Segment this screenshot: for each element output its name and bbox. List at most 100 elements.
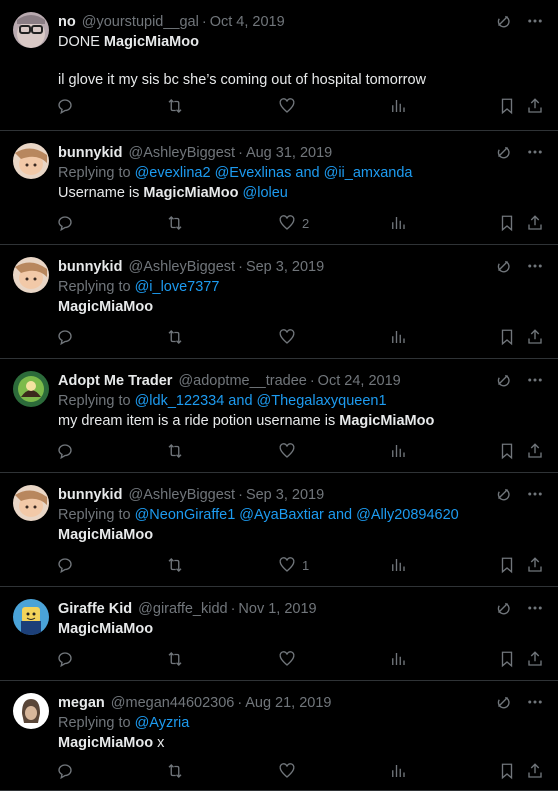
- views-button[interactable]: [389, 650, 407, 668]
- like-button[interactable]: 2: [278, 214, 309, 232]
- display-name[interactable]: bunnykid: [58, 259, 122, 275]
- tweet-1[interactable]: no @yourstupid__gal · Oct 4, 2019 DONE Magi…: [0, 0, 558, 131]
- user-handle-text[interactable]: @yourstupid__gal: [82, 14, 199, 30]
- grok-icon[interactable]: [494, 693, 512, 711]
- bookmark-button[interactable]: [498, 442, 516, 460]
- user-handle-text[interactable]: @adoptme__tradee: [178, 373, 306, 389]
- avatar[interactable]: [13, 143, 49, 179]
- retweet-button[interactable]: [166, 442, 184, 460]
- tweet-date[interactable]: Sep 3, 2019: [246, 259, 324, 275]
- more-icon[interactable]: [526, 371, 544, 389]
- bookmark-button[interactable]: [498, 328, 516, 346]
- bookmark-button[interactable]: [498, 214, 516, 232]
- user-handle-text[interactable]: @giraffe_kidd: [138, 601, 227, 617]
- like-button[interactable]: [278, 762, 302, 780]
- reply-button[interactable]: [56, 328, 74, 346]
- retweet-button[interactable]: [166, 97, 184, 115]
- tweet-2[interactable]: bunnykid @AshleyBiggest · Aug 31, 2019 Repl…: [0, 131, 558, 245]
- reply-button[interactable]: [56, 650, 74, 668]
- user-handle-text[interactable]: @AshleyBiggest: [128, 145, 235, 161]
- replying-to-mentions[interactable]: @ldk_122334 and @Thegalaxyqueen1: [135, 393, 387, 409]
- bookmark-button[interactable]: [498, 650, 516, 668]
- more-icon[interactable]: [526, 12, 544, 30]
- views-icon: [389, 328, 407, 346]
- replying-to-mentions[interactable]: @NeonGiraffe1 @AyaBaxtiar and @Ally20894…: [135, 507, 459, 523]
- grok-icon[interactable]: [494, 485, 512, 503]
- share-button[interactable]: [526, 214, 544, 232]
- retweet-button[interactable]: [166, 762, 184, 780]
- reply-button[interactable]: [56, 97, 74, 115]
- user-handle-text[interactable]: @AshleyBiggest: [128, 487, 235, 503]
- tweet-date[interactable]: Oct 24, 2019: [318, 373, 401, 389]
- tweet-actions: [56, 442, 544, 462]
- tweet-date[interactable]: Aug 21, 2019: [245, 695, 331, 711]
- more-icon[interactable]: [526, 599, 544, 617]
- tweet-date[interactable]: Oct 4, 2019: [210, 14, 285, 30]
- avatar[interactable]: [13, 693, 49, 729]
- more-icon[interactable]: [526, 143, 544, 161]
- display-name[interactable]: no: [58, 14, 76, 30]
- display-name[interactable]: Giraffe Kid: [58, 601, 132, 617]
- tweet-3[interactable]: bunnykid @AshleyBiggest · Sep 3, 2019 Reply…: [0, 245, 558, 359]
- replying-to-mentions[interactable]: @Ayzria: [135, 715, 190, 731]
- like-button[interactable]: 1: [278, 556, 309, 574]
- tweet-content: bunnykid @AshleyBiggest · Sep 3, 2019 Reply…: [58, 257, 498, 317]
- more-icon[interactable]: [526, 485, 544, 503]
- tweet-4[interactable]: Adopt Me Trader @adoptme__tradee · Oct 24,…: [0, 359, 558, 473]
- retweet-button[interactable]: [166, 328, 184, 346]
- share-button[interactable]: [526, 650, 544, 668]
- like-button[interactable]: [278, 442, 302, 460]
- user-handle-text[interactable]: @megan44602306: [111, 695, 235, 711]
- tweet-date[interactable]: Nov 1, 2019: [238, 601, 316, 617]
- replying-to-mentions[interactable]: @evexlina2 @Evexlinas and @ii_amxanda: [135, 165, 413, 181]
- reply-button[interactable]: [56, 214, 74, 232]
- grok-icon[interactable]: [494, 599, 512, 617]
- share-button[interactable]: [526, 328, 544, 346]
- views-button[interactable]: [389, 762, 407, 780]
- avatar[interactable]: [13, 12, 49, 48]
- tweet-5[interactable]: bunnykid @AshleyBiggest · Sep 3, 2019 Reply…: [0, 473, 558, 587]
- replying-to-mentions[interactable]: @i_love7377: [135, 279, 220, 295]
- tweet-date[interactable]: Aug 31, 2019: [246, 145, 332, 161]
- grok-icon[interactable]: [494, 371, 512, 389]
- more-icon[interactable]: [526, 693, 544, 711]
- views-button[interactable]: [389, 328, 407, 346]
- avatar[interactable]: [13, 371, 49, 407]
- avatar[interactable]: [13, 599, 49, 635]
- retweet-button[interactable]: [166, 214, 184, 232]
- retweet-button[interactable]: [166, 650, 184, 668]
- user-handle-text[interactable]: @AshleyBiggest: [128, 259, 235, 275]
- share-button[interactable]: [526, 556, 544, 574]
- display-name[interactable]: bunnykid: [58, 487, 122, 503]
- like-button[interactable]: [278, 328, 302, 346]
- like-button[interactable]: [278, 97, 302, 115]
- share-button[interactable]: [526, 97, 544, 115]
- views-button[interactable]: [389, 97, 407, 115]
- bookmark-button[interactable]: [498, 97, 516, 115]
- bookmark-button[interactable]: [498, 762, 516, 780]
- share-button[interactable]: [526, 762, 544, 780]
- views-button[interactable]: [389, 556, 407, 574]
- bookmark-button[interactable]: [498, 556, 516, 574]
- retweet-button[interactable]: [166, 556, 184, 574]
- grok-icon[interactable]: [494, 12, 512, 30]
- avatar[interactable]: [13, 485, 49, 521]
- tweet-date[interactable]: Sep 3, 2019: [246, 487, 324, 503]
- display-name[interactable]: bunnykid: [58, 145, 122, 161]
- grok-icon[interactable]: [494, 257, 512, 275]
- reply-button[interactable]: [56, 762, 74, 780]
- views-button[interactable]: [389, 442, 407, 460]
- grok-icon[interactable]: [494, 143, 512, 161]
- like-button[interactable]: [278, 650, 302, 668]
- views-button[interactable]: [389, 214, 407, 232]
- display-name[interactable]: Adopt Me Trader: [58, 373, 172, 389]
- tweet-text-suffix[interactable]: @loleu: [238, 185, 288, 201]
- display-name[interactable]: megan: [58, 695, 105, 711]
- reply-button[interactable]: [56, 556, 74, 574]
- tweet-6[interactable]: Giraffe Kid @giraffe_kidd · Nov 1, 2019 Mag…: [0, 587, 558, 681]
- more-icon[interactable]: [526, 257, 544, 275]
- share-button[interactable]: [526, 442, 544, 460]
- avatar[interactable]: [13, 257, 49, 293]
- tweet-7[interactable]: megan @megan44602306 · Aug 21, 2019 Replyin…: [0, 681, 558, 791]
- reply-button[interactable]: [56, 442, 74, 460]
